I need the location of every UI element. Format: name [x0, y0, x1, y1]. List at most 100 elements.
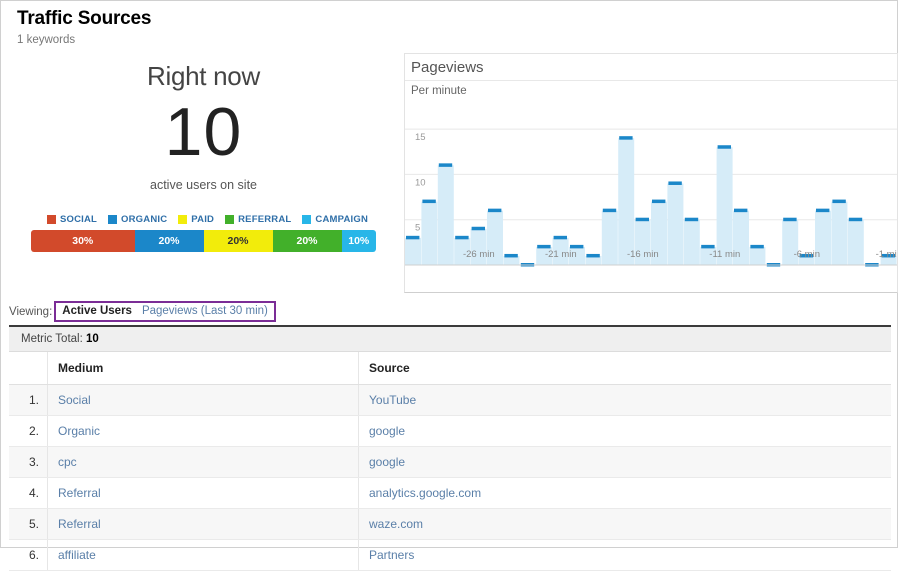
realtime-traffic-sources-page: Traffic Sources 1 keywords Right now 10 …	[0, 0, 898, 571]
row-index: 1.	[9, 384, 48, 416]
chart-bar-cap	[488, 208, 502, 213]
cell-source[interactable]: Partners	[358, 539, 891, 571]
table-row: 6. affiliate Partners	[9, 539, 891, 571]
chart-bar-cap	[602, 208, 617, 213]
tab-active-users[interactable]: Active Users	[62, 305, 132, 317]
chart-bar[interactable]	[618, 138, 635, 265]
percent-segment-campaign[interactable]: 10%	[341, 230, 376, 252]
chart-bar[interactable]	[437, 165, 454, 265]
chart-bar[interactable]	[683, 219, 700, 265]
chart-bar-cap	[734, 208, 748, 213]
viewing-bar: Viewing: Active Users Pageviews (Last 30…	[9, 301, 276, 322]
legend-swatch-icon	[302, 215, 312, 224]
cell-medium[interactable]: Organic	[47, 415, 359, 447]
chart-bar-cap	[684, 217, 699, 222]
chart-bar-cap	[783, 217, 797, 222]
chart-bar-cap	[750, 244, 764, 249]
cell-source[interactable]: waze.com	[358, 508, 891, 540]
cell-medium[interactable]: Social	[47, 384, 359, 416]
percent-segment-organic[interactable]: 20%	[134, 230, 204, 252]
chart-bar[interactable]	[847, 219, 864, 265]
chart-bar-cap	[471, 226, 485, 231]
page-subtitle: 1 keywords	[17, 34, 76, 46]
table-row: 1. Social YouTube	[9, 384, 891, 416]
legend-item-referral: REFERRAL	[225, 214, 291, 225]
row-index: 3.	[9, 446, 48, 478]
column-header-source[interactable]: Source	[358, 352, 891, 385]
chart-bar-cap	[586, 253, 600, 258]
table-body: 1. Social YouTube 2. Organic google 3. cpc googl…	[9, 384, 891, 571]
cell-medium[interactable]: Referral	[47, 477, 359, 509]
chart-bar-cap	[848, 217, 863, 222]
pageviews-chart-svg: 5 10 15 -26 min -21 min -16 min -11 min -6 min -…	[405, 128, 897, 267]
legend-item-organic: ORGANIC	[108, 214, 167, 225]
table-row: 4. Referral analytics.google.com	[9, 477, 891, 509]
chart-bar[interactable]	[831, 201, 848, 265]
x-axis-tick-label: -21 min	[545, 249, 577, 260]
legend-item-paid: PAID	[178, 214, 214, 225]
cell-medium[interactable]: affiliate	[47, 539, 359, 571]
legend-label: ORGANIC	[121, 214, 168, 225]
cell-medium[interactable]: Referral	[47, 508, 359, 540]
legend-swatch-icon	[225, 215, 235, 224]
table-row: 2. Organic google	[9, 415, 891, 447]
row-index: 2.	[9, 415, 48, 447]
chart-bar[interactable]	[421, 201, 438, 265]
y-axis-tick-label: 5	[415, 223, 420, 234]
sources-data-table: Medium Source 1. Social YouTube 2. Organic go…	[9, 352, 891, 571]
right-now-panel: Right now 10 active users on site SOCIAL…	[21, 61, 386, 252]
percent-segment-referral[interactable]: 20%	[272, 230, 342, 252]
legend-label: SOCIAL	[59, 214, 98, 225]
page-header: Traffic Sources 1 keywords	[17, 7, 151, 48]
cell-source[interactable]: google	[358, 415, 891, 447]
viewing-tab-group: Active Users Pageviews (Last 30 min)	[54, 301, 276, 322]
traffic-source-percent-bar: 30% 20% 20% 20% 10%	[31, 230, 376, 252]
chart-bar[interactable]	[716, 147, 733, 265]
row-index: 6.	[9, 539, 48, 571]
x-axis-tick-label: -26 min	[463, 249, 495, 260]
cell-source[interactable]: YouTube	[358, 384, 891, 416]
right-now-title: Right now	[147, 61, 260, 91]
legend-swatch-icon	[108, 215, 118, 224]
cell-source[interactable]: analytics.google.com	[358, 477, 891, 509]
column-header-index	[9, 352, 48, 385]
y-axis-tick-label: 15	[415, 132, 426, 143]
chart-bar[interactable]	[749, 246, 766, 265]
percent-segment-paid[interactable]: 20%	[203, 230, 273, 252]
column-header-medium[interactable]: Medium	[47, 352, 359, 385]
chart-bar-cap	[717, 145, 731, 149]
legend-swatch-icon	[46, 215, 56, 224]
metric-total-value: 10	[85, 333, 99, 345]
chart-bar-cap	[422, 199, 436, 204]
chart-bar[interactable]	[667, 183, 684, 265]
chart-bar-cap	[455, 235, 469, 240]
y-axis-tick-label: 10	[415, 177, 426, 188]
metric-total: Metric Total: 10	[9, 327, 891, 352]
table-header-row: Medium Source	[9, 352, 891, 385]
legend-label: REFERRAL	[238, 214, 292, 225]
tab-pageviews-last-30-min[interactable]: Pageviews (Last 30 min)	[142, 305, 268, 317]
x-axis-tick-label: -1 min	[876, 249, 897, 260]
chart-bar-cap	[504, 253, 518, 258]
chart-bar[interactable]	[601, 210, 618, 265]
traffic-sources-table: Metric Total: 10 Medium Source 1. Social Y…	[9, 325, 891, 571]
percent-segment-social[interactable]: 30%	[31, 230, 135, 252]
chart-bar[interactable]	[405, 237, 421, 265]
cell-medium[interactable]: cpc	[47, 446, 359, 478]
chart-bar-cap	[553, 235, 567, 240]
chart-bar-cap	[832, 199, 846, 204]
x-axis-tick-label: -11 min	[709, 249, 740, 260]
active-users-label: active users on site	[150, 178, 257, 192]
x-axis-tick-label: -6 min	[794, 249, 820, 260]
viewing-label: Viewing:	[9, 305, 53, 318]
cell-source[interactable]: google	[358, 446, 891, 478]
row-index: 4.	[9, 477, 48, 509]
chart-bar-cap	[619, 136, 633, 140]
chart-bar-cap	[438, 163, 453, 167]
table-row: 5. Referral waze.com	[9, 508, 891, 540]
pageviews-chart-subtitle: Per minute	[405, 80, 897, 97]
chart-bar-cap	[652, 199, 666, 204]
chart-bar-cap	[668, 181, 682, 185]
chart-bar-cap	[570, 244, 584, 249]
legend-label: CAMPAIGN	[315, 214, 369, 225]
